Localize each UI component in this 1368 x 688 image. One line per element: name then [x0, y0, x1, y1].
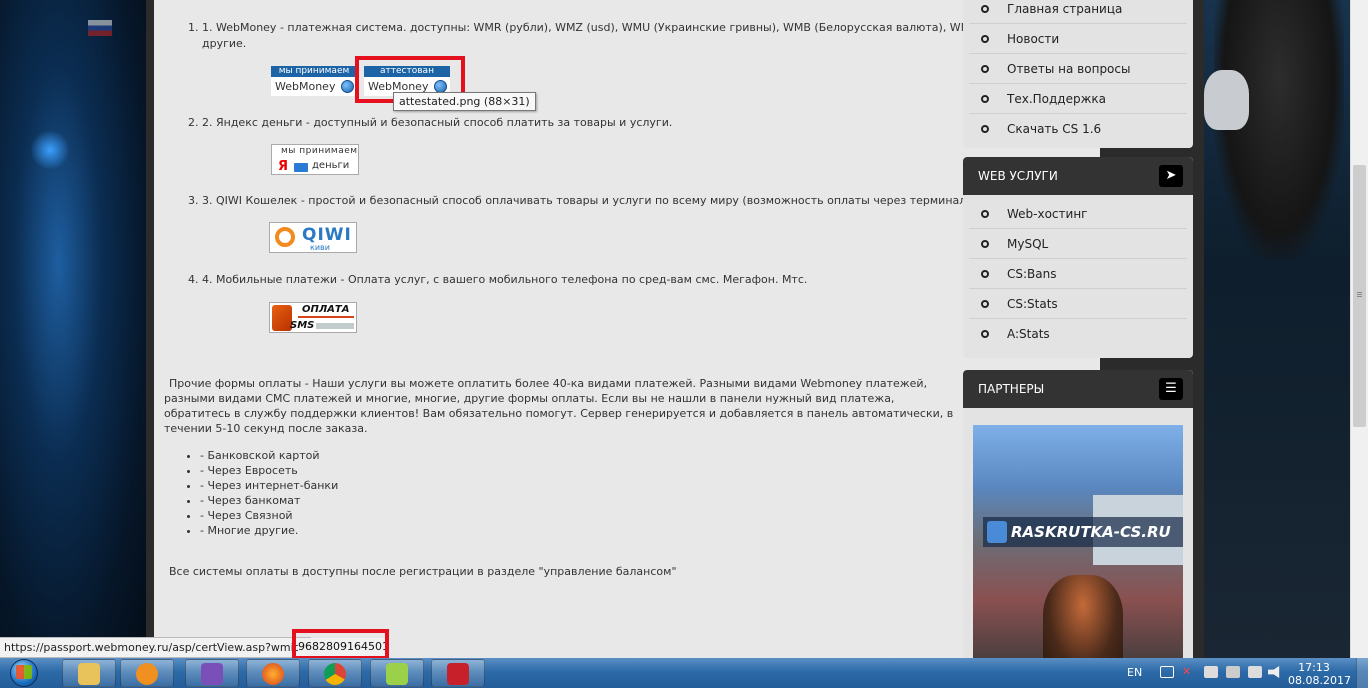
menu-icon[interactable]: ☰	[1159, 378, 1183, 400]
soldier-image	[1214, 0, 1344, 260]
bullet-icon	[981, 330, 989, 338]
sidebar-item-webhosting[interactable]: Web-хостинг	[969, 199, 1187, 229]
web-services-header: WEB УСЛУГИ ➤	[963, 157, 1193, 195]
payment-item-mobile: 4. Мобильные платежи - Оплата услуг, с в…	[202, 272, 1082, 288]
folder-icon	[78, 663, 100, 685]
yandex-logo-icon: Я	[278, 159, 289, 174]
sidebar-nav: Главная страница Новости Ответы на вопро…	[963, 0, 1193, 148]
taskbar-media-player[interactable]	[120, 659, 174, 687]
other-forms-paragraph: Прочие формы оплаты - Наши услуги вы мож…	[164, 377, 954, 435]
phone-icon	[272, 305, 292, 331]
image-tooltip: attestated.png (88×31)	[393, 92, 536, 111]
scroll-thumb[interactable]	[1353, 165, 1366, 427]
visual-studio-icon	[201, 663, 223, 685]
windows-logo-icon	[16, 665, 32, 679]
show-desktop-button[interactable]	[1356, 658, 1368, 688]
background-right	[1204, 0, 1350, 658]
page: 1. WebMoney - платежная система. доступн…	[146, 0, 1204, 670]
other-methods-list: - Банковской картой - Через Евросеть - Ч…	[200, 448, 338, 538]
sms-payment-badge[interactable]: ОПЛАТА SMS	[269, 302, 357, 333]
system-clock[interactable]: 17:13 08.08.2017	[1288, 661, 1351, 687]
list-item: - Банковской картой	[200, 448, 338, 463]
sidebar-item-csbans[interactable]: CS:Bans	[969, 259, 1187, 289]
bullet-icon	[981, 270, 989, 278]
taskbar: EN ✕ 17:13 08.08.2017	[0, 658, 1368, 688]
sidebar-item-faq[interactable]: Ответы на вопросы	[969, 54, 1187, 84]
sidebar-item-news[interactable]: Новости	[969, 24, 1187, 54]
sidebar-item-home[interactable]: Главная страница	[969, 0, 1187, 24]
highlight-frame	[292, 629, 389, 660]
final-note: Все системы оплаты в доступны после реги…	[169, 565, 677, 578]
sidebar: Главная страница Новости Ответы на вопро…	[963, 0, 1195, 670]
battery-icon[interactable]	[1226, 666, 1240, 678]
language-indicator[interactable]: EN	[1127, 666, 1142, 679]
payment-item-yandex: 2. Яндекс деньги - доступный и безопасны…	[202, 115, 1082, 131]
payment-item-webmoney: 1. WebMoney - платежная система. доступн…	[202, 20, 1082, 52]
bullet-icon	[981, 300, 989, 308]
list-item: - Через интернет-банки	[200, 478, 338, 493]
list-item: - Через Связной	[200, 508, 338, 523]
list-item: - Многие другие.	[200, 523, 338, 538]
taskbar-filezilla[interactable]	[431, 659, 485, 687]
sidebar-web-services: WEB УСЛУГИ ➤ Web-хостинг MySQL CS:Bans C…	[963, 157, 1193, 358]
status-bar: https://passport.webmoney.ru/asp/certVie…	[0, 637, 311, 658]
page-scrollbar[interactable]	[1350, 0, 1368, 658]
wallet-icon	[294, 163, 308, 172]
sidebar-partners: ПАРТНЕРЫ ☰ RASKRUTKA-CS.RU	[963, 370, 1193, 670]
list-item: - Через Евросеть	[200, 463, 338, 478]
start-button[interactable]	[2, 658, 52, 688]
soldier-image	[1043, 575, 1123, 670]
filezilla-icon	[447, 663, 469, 685]
sidebar-item-astats[interactable]: A:Stats	[969, 319, 1187, 349]
main-content: 1. WebMoney - платежная система. доступн…	[154, 0, 1100, 658]
play-icon	[136, 663, 158, 685]
bullet-icon	[981, 65, 989, 73]
taskbar-notepad-plus[interactable]	[370, 659, 424, 687]
compass-icon[interactable]: ➤	[1159, 165, 1183, 187]
firefox-icon	[262, 663, 284, 685]
sidebar-item-download[interactable]: Скачать CS 1.6	[969, 114, 1187, 144]
payment-item-qiwi: 3. QIWI Кошелек - простой и безопасный с…	[202, 193, 1082, 209]
qiwi-badge[interactable]: QIWI киви	[269, 222, 357, 253]
tray-arrow-icon[interactable]	[1160, 666, 1174, 678]
taskbar-chrome[interactable]	[308, 659, 362, 687]
yandex-money-badge[interactable]: мы принимаем Я деньги	[271, 144, 359, 175]
taskbar-firefox[interactable]	[246, 659, 300, 687]
bullet-icon	[981, 5, 989, 13]
partner-banner[interactable]: RASKRUTKA-CS.RU	[973, 425, 1183, 670]
webmoney-accept-badge[interactable]: мы принимаем WebMoney	[271, 66, 357, 96]
bullet-icon	[981, 210, 989, 218]
bullet-icon	[981, 240, 989, 248]
network-icon[interactable]	[1204, 666, 1218, 678]
device-icon[interactable]	[1248, 666, 1262, 678]
bullet-icon	[981, 35, 989, 43]
taskbar-visual-studio[interactable]	[185, 659, 239, 687]
bullet-icon	[981, 125, 989, 133]
list-item: - Через банкомат	[200, 493, 338, 508]
qiwi-logo-icon	[275, 227, 295, 247]
bullet-icon	[981, 95, 989, 103]
action-center-icon[interactable]: ✕	[1182, 666, 1196, 678]
taskbar-explorer[interactable]	[62, 659, 116, 687]
globe-icon	[341, 80, 354, 93]
sidebar-item-csstats[interactable]: CS:Stats	[969, 289, 1187, 319]
sidebar-item-support[interactable]: Тех.Поддержка	[969, 84, 1187, 114]
volume-icon[interactable]	[1268, 666, 1280, 678]
soldier-hand-image	[1204, 70, 1249, 130]
background-glow	[30, 130, 70, 170]
sidebar-item-mysql[interactable]: MySQL	[969, 229, 1187, 259]
russia-flag-icon	[88, 20, 112, 36]
notepad-icon	[386, 663, 408, 685]
partners-header: ПАРТНЕРЫ ☰	[963, 370, 1193, 408]
background-left	[0, 0, 146, 658]
cs-logo-icon	[987, 521, 1007, 543]
chrome-icon	[324, 663, 346, 685]
